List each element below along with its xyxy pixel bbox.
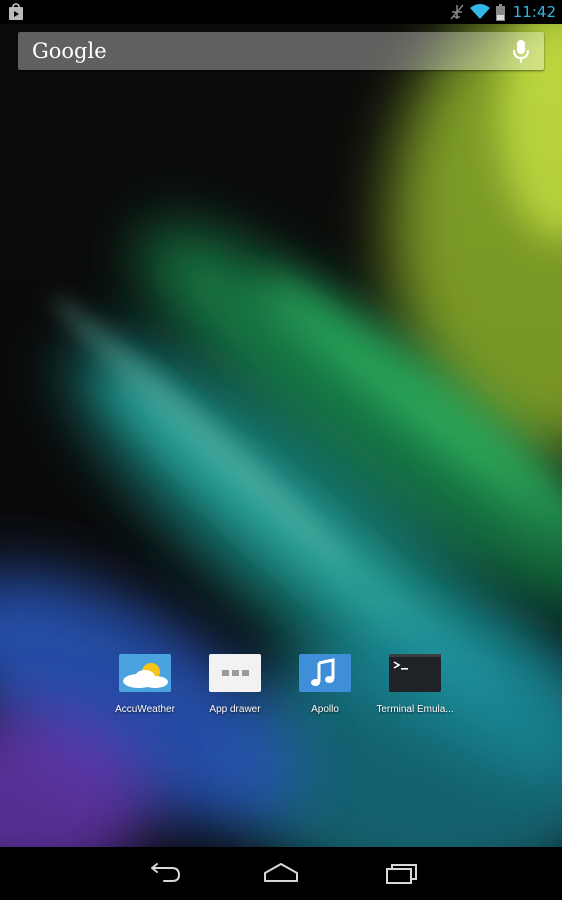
store-notification-icon[interactable] xyxy=(8,3,24,21)
app-terminal-emulator[interactable]: Terminal Emula... xyxy=(370,652,460,722)
google-search-bar[interactable]: Google xyxy=(18,32,544,70)
app-label: AccuWeather xyxy=(115,704,175,715)
back-icon[interactable] xyxy=(142,861,182,887)
app-drawer-icon[interactable] xyxy=(209,654,261,692)
status-time: 11:42 xyxy=(512,3,556,21)
app-label: Apollo xyxy=(311,704,339,715)
navigation-bar xyxy=(0,847,562,900)
hotseat: AccuWeather App drawer Apollo Terminal E… xyxy=(100,652,462,722)
home-icon[interactable] xyxy=(261,861,301,887)
battery-icon xyxy=(495,3,505,21)
wifi-icon xyxy=(469,4,490,19)
google-logo[interactable]: Google xyxy=(32,37,107,65)
mic-icon[interactable] xyxy=(512,40,530,64)
music-note-icon[interactable] xyxy=(299,654,351,692)
app-apollo[interactable]: Apollo xyxy=(280,652,370,722)
status-bar: 11:42 xyxy=(0,0,562,24)
home-screen: 11:42 Google AccuWeather App drawer Apol… xyxy=(0,0,562,900)
app-label: Terminal Emula... xyxy=(376,704,454,715)
recent-apps-icon[interactable] xyxy=(381,861,421,887)
airplane-muted-icon xyxy=(450,4,464,20)
app-accuweather[interactable]: AccuWeather xyxy=(100,652,190,722)
status-icons: 11:42 xyxy=(450,0,556,24)
app-app-drawer[interactable]: App drawer xyxy=(190,652,280,722)
app-label: App drawer xyxy=(209,704,261,715)
wallpaper xyxy=(0,0,562,900)
terminal-icon[interactable] xyxy=(389,654,441,692)
accuweather-icon[interactable] xyxy=(119,654,171,692)
